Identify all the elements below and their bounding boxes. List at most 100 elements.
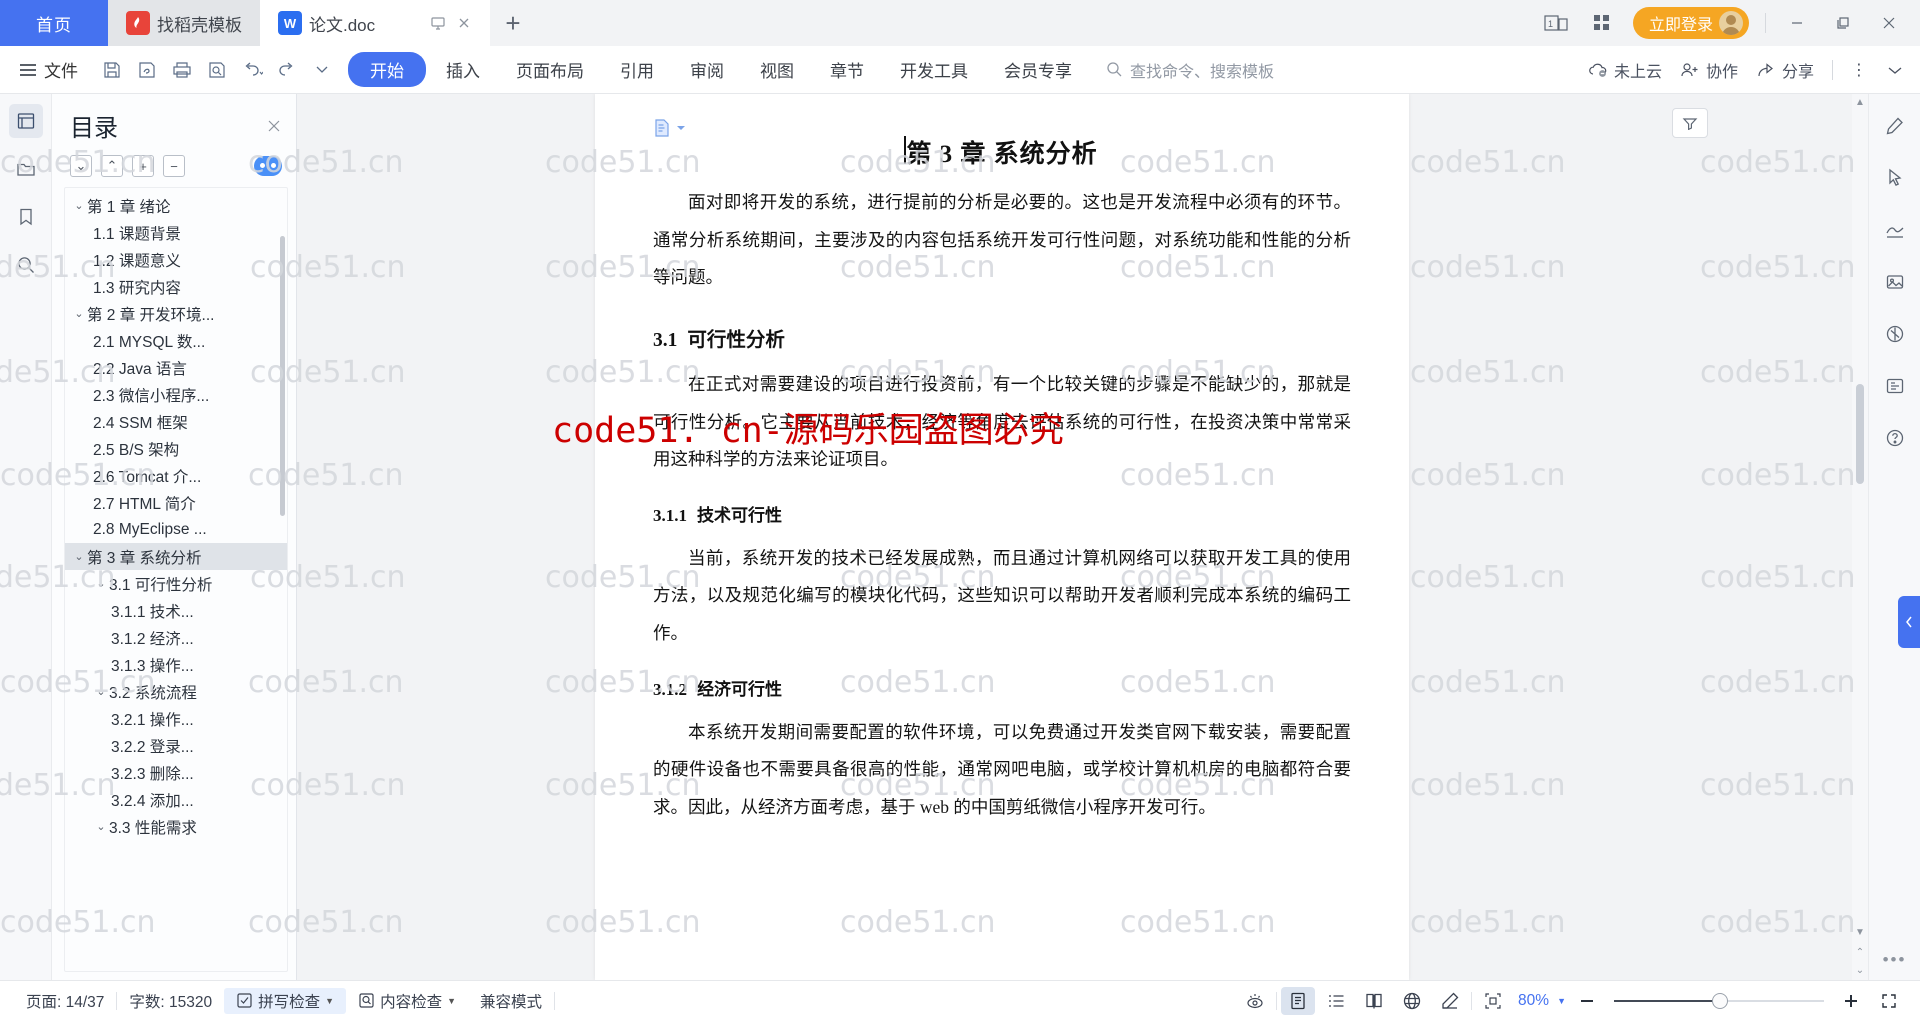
chevron-down-icon[interactable]: ⌄ <box>93 685 109 698</box>
close-button[interactable] <box>1874 8 1904 38</box>
fullscreen-icon[interactable] <box>1872 987 1906 1015</box>
next-page-icon[interactable]: ⌄ <box>1852 962 1868 978</box>
toc-item-16[interactable]: 3.1.2 经济... <box>65 624 287 651</box>
zoom-in-button[interactable] <box>1834 987 1868 1015</box>
toc-item-0[interactable]: ⌄ 第 1 章 绪论 <box>65 192 287 219</box>
login-button[interactable]: 立即登录 <box>1632 7 1749 39</box>
search-icon[interactable] <box>9 248 43 282</box>
ribbon-tab-view[interactable]: 视图 <box>744 52 810 87</box>
scroll-down-icon[interactable]: ▼ <box>1852 924 1868 940</box>
expand-down-icon[interactable]: ⌄ <box>70 155 92 177</box>
web-view-icon[interactable] <box>1395 987 1429 1015</box>
document-body[interactable]: 第 3 章 系统分析 面对即将开发的系统，进行提前的分析是必要的。这也是开发流程… <box>595 94 1409 980</box>
bookmark-icon[interactable] <box>9 200 43 234</box>
tab-close-icon[interactable] <box>456 15 472 31</box>
minus-icon[interactable]: − <box>163 155 185 177</box>
filter-button[interactable] <box>1672 108 1708 138</box>
pen-edit-icon[interactable] <box>1879 110 1911 142</box>
content-check-button[interactable]: 内容检查 ▼ <box>346 990 468 1012</box>
chevron-down-icon[interactable]: ▼ <box>325 996 334 1006</box>
toc-item-9[interactable]: 2.5 B/S 架构 <box>65 435 287 462</box>
tab-document[interactable]: W 论文.doc <box>260 0 490 46</box>
zoom-slider[interactable] <box>1614 991 1824 1011</box>
prev-page-icon[interactable]: ⌃ <box>1852 944 1868 960</box>
markup-view-icon[interactable] <box>1433 987 1467 1015</box>
outline-view-icon[interactable] <box>1319 987 1353 1015</box>
chevron-down-icon[interactable]: ⌄ <box>93 820 109 833</box>
document-page[interactable]: 第 3 章 系统分析 面对即将开发的系统，进行提前的分析是必要的。这也是开发流程… <box>595 94 1409 980</box>
home-tab[interactable]: 首页 <box>0 0 108 46</box>
toc-item-13[interactable]: ⌄ 第 3 章 系统分析 <box>65 543 287 570</box>
chevron-down-icon[interactable]: ⌄ <box>71 550 87 563</box>
toc-item-22[interactable]: 3.2.4 添加... <box>65 786 287 813</box>
page-view-icon[interactable] <box>1281 986 1316 1015</box>
scrollbar-thumb[interactable] <box>1856 384 1864 484</box>
focus-mode-icon[interactable] <box>1238 987 1272 1015</box>
zoom-level[interactable]: 80% <box>1514 992 1553 1010</box>
right-rail-more[interactable]: ••• <box>1883 950 1907 970</box>
minimize-button[interactable] <box>1782 8 1812 38</box>
collapse-up-icon[interactable]: ⌃ <box>101 155 123 177</box>
zoom-out-button[interactable] <box>1570 987 1604 1015</box>
print-preview-icon[interactable] <box>201 54 233 86</box>
customize-icon[interactable] <box>306 54 338 86</box>
toc-item-12[interactable]: 2.8 MyEclipse ... <box>65 516 287 543</box>
chevron-down-icon[interactable]: ⌄ <box>93 577 109 590</box>
save-icon[interactable] <box>96 54 128 86</box>
cursor-select-icon[interactable] <box>1879 162 1911 194</box>
toc-item-19[interactable]: 3.2.1 操作... <box>65 705 287 732</box>
chevron-down-icon[interactable]: ▼ <box>447 996 456 1006</box>
toc-item-15[interactable]: 3.1.1 技术... <box>65 597 287 624</box>
toc-item-18[interactable]: ⌄ 3.2 系统流程 <box>65 678 287 705</box>
toc-item-17[interactable]: 3.1.3 操作... <box>65 651 287 678</box>
toc-item-1[interactable]: 1.1 课题背景 <box>65 219 287 246</box>
toc-scrollbar[interactable] <box>280 236 285 516</box>
toc-item-5[interactable]: 2.1 MYSQL 数... <box>65 327 287 354</box>
chevron-down-icon[interactable]: ⌄ <box>71 199 87 212</box>
share-button[interactable]: 分享 <box>1756 58 1814 82</box>
tab-docer-template[interactable]: 找稻壳模板 <box>108 0 260 46</box>
toc-item-3[interactable]: 1.3 研究内容 <box>65 273 287 300</box>
help-icon[interactable] <box>1879 422 1911 454</box>
ribbon-tab-insert[interactable]: 插入 <box>430 52 496 87</box>
print-icon[interactable] <box>166 54 198 86</box>
toc-item-10[interactable]: 2.6 Tomcat 介... <box>65 462 287 489</box>
plus-icon[interactable]: + <box>132 155 154 177</box>
toc-item-20[interactable]: 3.2.2 登录... <box>65 732 287 759</box>
page-indicator[interactable]: 页面: 14/37 <box>14 990 116 1012</box>
toc-item-23[interactable]: ⌄ 3.3 性能需求 <box>65 813 287 840</box>
zoom-dropdown-icon[interactable]: ▼ <box>1557 996 1566 1006</box>
ribbon-tab-start[interactable]: 开始 <box>348 52 426 87</box>
ribbon-tab-section[interactable]: 章节 <box>814 52 880 87</box>
maximize-button[interactable] <box>1828 8 1858 38</box>
eye-toggle-icon[interactable] <box>254 156 282 176</box>
save-as-icon[interactable] <box>131 54 163 86</box>
page-count-icon[interactable]: 1 <box>1541 8 1571 38</box>
close-icon[interactable] <box>266 118 282 134</box>
toc-item-14[interactable]: ⌄ 3.1 可行性分析 <box>65 570 287 597</box>
toc-item-8[interactable]: 2.4 SSM 框架 <box>65 408 287 435</box>
reading-view-icon[interactable] <box>1357 987 1391 1015</box>
word-count[interactable]: 字数: 15320 <box>117 990 224 1012</box>
new-tab-button[interactable]: + <box>490 0 536 46</box>
cloud-status-button[interactable]: 未上云 <box>1588 58 1662 82</box>
grid-icon[interactable] <box>1587 8 1617 38</box>
signature-icon[interactable] <box>1879 214 1911 246</box>
tab-present-icon[interactable] <box>430 15 446 31</box>
toc-item-21[interactable]: 3.2.3 删除... <box>65 759 287 786</box>
ribbon-more-button[interactable]: ⋮ <box>1851 60 1868 80</box>
file-tree-icon[interactable] <box>9 152 43 186</box>
toc-item-7[interactable]: 2.3 微信小程序... <box>65 381 287 408</box>
chevron-down-icon[interactable]: ⌄ <box>71 307 87 320</box>
doc-scan-icon[interactable] <box>1879 370 1911 402</box>
toc-list[interactable]: ⌄ 第 1 章 绪论 1.1 课题背景 1.2 课题意义 1.3 研究内容 ⌄ 第 … <box>64 187 288 972</box>
slider-knob[interactable] <box>1712 992 1728 1009</box>
search-input[interactable]: 查找命令、搜索模板 <box>1106 58 1274 82</box>
ribbon-tab-developer[interactable]: 开发工具 <box>884 52 984 87</box>
toc-item-6[interactable]: 2.2 Java 语言 <box>65 354 287 381</box>
undo-icon[interactable] <box>236 54 268 86</box>
ribbon-tab-page-layout[interactable]: 页面布局 <box>500 52 600 87</box>
ribbon-tab-references[interactable]: 引用 <box>604 52 670 87</box>
outline-icon[interactable] <box>8 104 43 138</box>
document-scrollbar[interactable]: ▲ ▼ ⌃ ⌄ <box>1852 94 1868 980</box>
